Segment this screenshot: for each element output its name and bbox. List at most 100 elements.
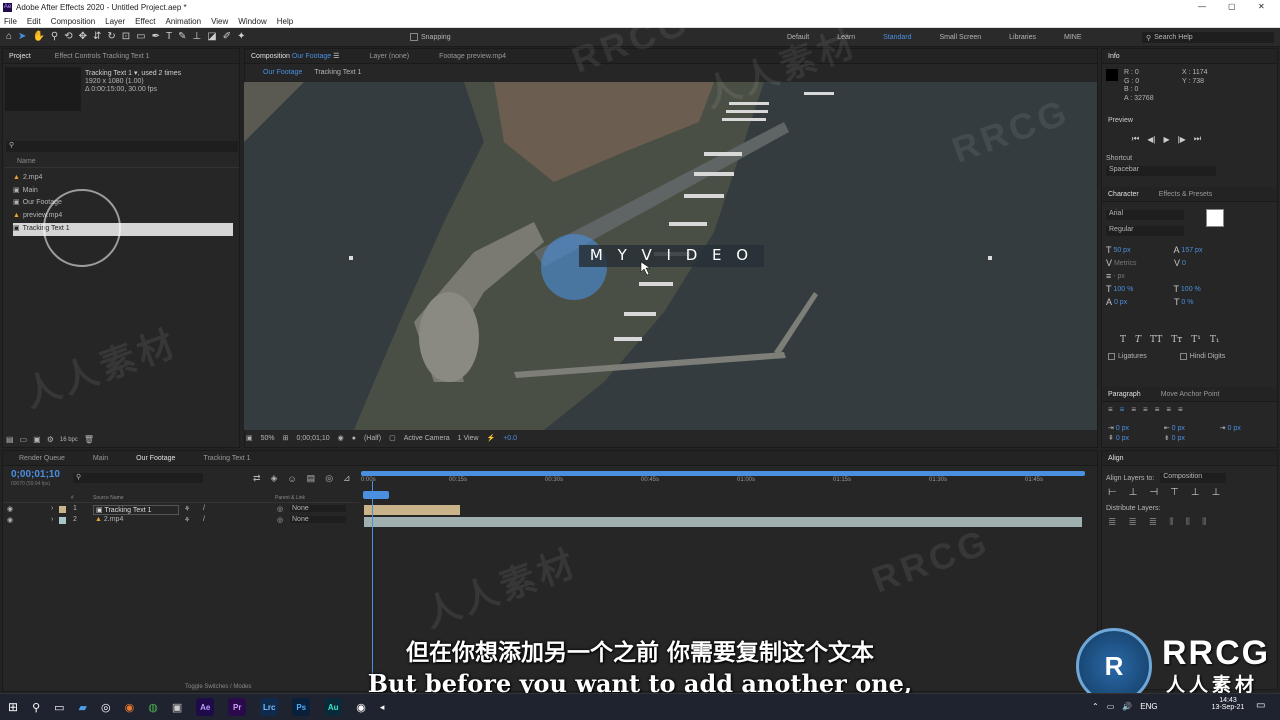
- windows-start-icon[interactable]: ⊞: [8, 700, 18, 714]
- stroke-width-value[interactable]: - px: [1113, 270, 1173, 283]
- first-frame-icon[interactable]: ⏮: [1132, 134, 1139, 144]
- new-comp-icon[interactable]: ▣: [33, 435, 41, 444]
- quality-switch-icon[interactable]: /: [203, 505, 205, 512]
- subscript-icon[interactable]: T₁: [1210, 335, 1220, 345]
- list-item[interactable]: ▣ Our Footage: [13, 197, 233, 210]
- pick-whip-icon[interactable]: ◎: [277, 505, 283, 513]
- shy-switch-icon[interactable]: ⚘: [184, 516, 190, 524]
- pan-camera-icon[interactable]: ✥: [79, 31, 87, 42]
- close-button[interactable]: ✕: [1258, 2, 1265, 11]
- expand-chevron-icon[interactable]: ›: [51, 516, 53, 523]
- visibility-icon[interactable]: ◉: [7, 505, 13, 513]
- selection-tool-icon[interactable]: ➤: [18, 31, 26, 42]
- tsume-value[interactable]: 0 %: [1181, 296, 1193, 309]
- menu-animation[interactable]: Animation: [165, 17, 201, 26]
- system-clock[interactable]: 14:43 13-Sep-21: [1208, 697, 1248, 711]
- workspace-standard[interactable]: Standard: [883, 34, 911, 41]
- align-right-edges-icon[interactable]: ⊣: [1149, 487, 1158, 498]
- breadcrumb-our-footage[interactable]: Our Footage: [263, 69, 302, 76]
- justify-left-icon[interactable]: ≡: [1143, 405, 1148, 414]
- comp-mini-flowchart-icon[interactable]: ⇄: [253, 473, 261, 484]
- menu-view[interactable]: View: [211, 17, 228, 26]
- pan-behind-icon[interactable]: ⊡: [122, 31, 130, 42]
- blender-icon[interactable]: ◉: [125, 701, 135, 714]
- maximize-button[interactable]: ▢: [1228, 2, 1236, 11]
- audio-app-icon[interactable]: ◉: [356, 701, 366, 714]
- justify-center-icon[interactable]: ≡: [1155, 405, 1160, 414]
- menu-window[interactable]: Window: [238, 17, 266, 26]
- always-preview-icon[interactable]: ▣: [246, 434, 253, 442]
- home-icon[interactable]: ⌂: [6, 31, 12, 42]
- color-channel-icon[interactable]: ●: [352, 435, 356, 442]
- shy-switch-icon[interactable]: ⚘: [184, 505, 190, 513]
- tab-footage[interactable]: Footage preview.mp4: [439, 53, 506, 60]
- quality-switch-icon[interactable]: /: [203, 516, 205, 523]
- workspace-libraries[interactable]: Libraries: [1009, 34, 1036, 41]
- layer-name[interactable]: ▲ 2.mp4: [95, 516, 123, 523]
- align-left-edges-icon[interactable]: ⊢: [1108, 487, 1117, 498]
- tab-paragraph[interactable]: Paragraph: [1108, 391, 1141, 398]
- camera-dropdown[interactable]: Active Camera: [404, 435, 450, 442]
- align-center-icon[interactable]: ≡: [1120, 405, 1125, 414]
- parent-dropdown[interactable]: None: [290, 505, 346, 512]
- search-icon[interactable]: ⚲: [32, 701, 40, 714]
- expand-chevron-icon[interactable]: ›: [51, 505, 53, 512]
- tab-composition[interactable]: Composition Our Footage ☰: [251, 52, 339, 60]
- tab-preview[interactable]: Preview: [1108, 117, 1133, 124]
- pick-whip-icon[interactable]: ◎: [277, 516, 283, 524]
- view-layout-dropdown[interactable]: 1 View: [458, 435, 479, 442]
- table-row[interactable]: ◉ › 1 ▣ Tracking Text 1 ⚘ / ◎ None: [3, 505, 359, 516]
- playhead-handle[interactable]: [363, 491, 389, 499]
- settings-icon[interactable]: ⚙: [47, 435, 54, 444]
- network-icon[interactable]: ▭: [1107, 702, 1115, 711]
- app-icon[interactable]: ◂: [380, 702, 385, 713]
- app-icon[interactable]: ▣: [172, 701, 182, 714]
- tab-align[interactable]: Align: [1108, 455, 1124, 462]
- font-style-dropdown[interactable]: Regular: [1106, 226, 1184, 236]
- workspace-small-screen[interactable]: Small Screen: [940, 34, 982, 41]
- menu-help[interactable]: Help: [277, 17, 293, 26]
- trash-icon[interactable]: 🗑: [84, 435, 94, 444]
- label-color[interactable]: [59, 506, 66, 513]
- interpret-footage-icon[interactable]: ▤: [6, 435, 14, 444]
- distribute-hcenter-icon[interactable]: ⦀: [1186, 517, 1190, 528]
- all-caps-icon[interactable]: TT: [1150, 335, 1162, 345]
- tab-effect-controls[interactable]: Effect Controls Tracking Text 1: [55, 53, 150, 60]
- align-left-icon[interactable]: ≡: [1108, 405, 1113, 414]
- new-folder-icon[interactable]: ▭: [20, 435, 28, 444]
- small-caps-icon[interactable]: Tт: [1171, 335, 1182, 345]
- task-view-icon[interactable]: ▭: [54, 701, 64, 714]
- photoshop-taskbar-icon[interactable]: Ps: [292, 698, 311, 716]
- play-icon[interactable]: ▶: [1163, 135, 1169, 144]
- indent-right-value[interactable]: 0 px: [1172, 424, 1220, 434]
- exposure-value[interactable]: +0.0: [503, 435, 517, 442]
- language-indicator[interactable]: ENG: [1140, 702, 1157, 711]
- clone-stamp-icon[interactable]: ⊥: [193, 31, 202, 42]
- list-item[interactable]: ▣ Main: [13, 185, 233, 198]
- next-frame-icon[interactable]: |▶: [1178, 135, 1186, 144]
- menu-edit[interactable]: Edit: [27, 17, 41, 26]
- type-tool-icon[interactable]: T: [166, 31, 172, 42]
- eraser-tool-icon[interactable]: ◪: [207, 31, 216, 42]
- ligatures-checkbox[interactable]: [1108, 353, 1115, 360]
- puppet-pin-icon[interactable]: ✦: [237, 31, 245, 42]
- motion-blur-icon[interactable]: ◎: [325, 473, 333, 484]
- tab-move-anchor-point[interactable]: Move Anchor Point: [1161, 391, 1220, 398]
- layer-bar-tracking-text[interactable]: [364, 505, 460, 515]
- frame-blending-icon[interactable]: ▤: [307, 473, 316, 484]
- align-bottom-edges-icon[interactable]: ⊥: [1212, 487, 1221, 498]
- align-right-icon[interactable]: ≡: [1131, 405, 1136, 414]
- tracking-value[interactable]: 0: [1182, 257, 1186, 270]
- label-color[interactable]: [59, 517, 66, 524]
- snapshot-icon[interactable]: ◉: [338, 434, 344, 442]
- orbit-camera-icon[interactable]: ⟲: [64, 31, 72, 42]
- notification-icon[interactable]: ▭: [1256, 700, 1265, 711]
- leading-value[interactable]: 157 px: [1181, 244, 1202, 257]
- distribute-top-icon[interactable]: ≣: [1108, 517, 1116, 528]
- column-name-header[interactable]: Name: [5, 158, 239, 168]
- breadcrumb-tracking-text[interactable]: Tracking Text 1: [314, 69, 361, 76]
- minimize-button[interactable]: —: [1198, 2, 1206, 11]
- align-top-edges-icon[interactable]: ⊤: [1170, 487, 1179, 498]
- horizontal-scale-value[interactable]: 100 %: [1181, 283, 1201, 296]
- table-row[interactable]: ◉ › 2 ▲ 2.mp4 ⚘ / ◎ None: [3, 516, 359, 527]
